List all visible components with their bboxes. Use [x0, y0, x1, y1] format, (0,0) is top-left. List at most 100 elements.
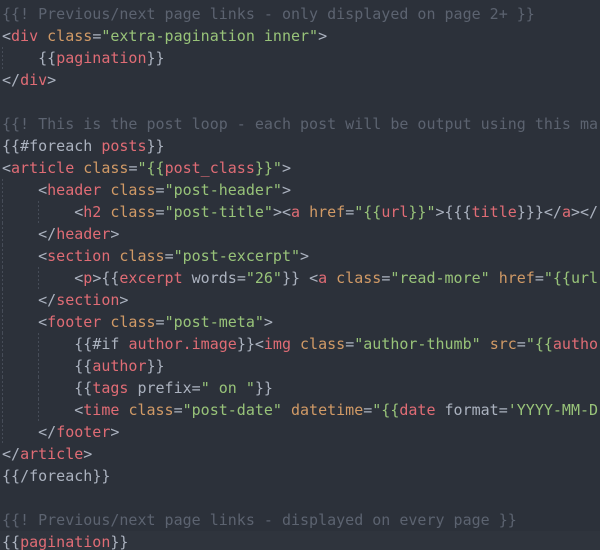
code-line[interactable]: {{! This is the post loop - each post wi…	[0, 113, 600, 135]
code-line[interactable]: <h2 class="post-title"><a href="{{url}}"…	[0, 201, 600, 223]
code-token: <	[38, 313, 48, 331]
code-line[interactable]: </article>	[0, 443, 600, 465]
code-token: =	[381, 269, 391, 287]
code-token: class	[128, 401, 174, 419]
code-token: }}"	[254, 159, 282, 177]
code-token: <	[74, 401, 84, 419]
code-token: >	[119, 291, 129, 309]
code-token: "26"	[245, 269, 282, 287]
code-token: >	[83, 445, 93, 463]
code-token: autho	[552, 335, 599, 353]
code-line[interactable]: {{! Previous/next page links - only disp…	[0, 3, 600, 25]
code-line[interactable]: </section>	[0, 289, 600, 311]
code-token: >{{{	[435, 203, 472, 221]
code-token: format	[444, 401, 499, 419]
code-token: }}	[110, 533, 129, 550]
code-token: "{{	[372, 401, 400, 419]
code-token: <	[38, 181, 48, 199]
code-line[interactable]: {{pagination}}	[0, 531, 600, 550]
code-token: </	[38, 291, 57, 309]
code-line[interactable]: {{/foreach}}	[0, 465, 600, 487]
code-token: section	[56, 291, 120, 309]
code-token: >	[47, 71, 57, 89]
code-token: }}	[146, 357, 165, 375]
code-line[interactable]: <section class="post-excerpt">	[0, 245, 600, 267]
code-token: class	[110, 181, 156, 199]
code-line[interactable]: </div>	[0, 69, 600, 91]
code-token: src	[489, 335, 517, 353]
code-token: class	[119, 247, 165, 265]
code-token: 'YYYY-MM-D	[507, 401, 599, 419]
code-token: <	[309, 269, 319, 287]
code-line[interactable]: <div class="extra-pagination inner">	[0, 25, 600, 47]
code-token: }}}</	[516, 203, 562, 221]
code-token: =	[516, 335, 526, 353]
code-line[interactable]: <header class="post-header">	[0, 179, 600, 201]
code-token: footer	[56, 423, 111, 441]
code-line[interactable]	[0, 91, 600, 113]
code-token: }}	[254, 379, 273, 397]
code-token: ><	[272, 203, 291, 221]
code-token: <	[38, 247, 48, 265]
code-token: </	[38, 423, 57, 441]
code-token: time	[83, 401, 120, 419]
code-token: }}<	[236, 335, 264, 353]
code-token: "post-title"	[164, 203, 273, 221]
code-token: tags	[92, 379, 129, 397]
code-token: =	[164, 247, 174, 265]
code-token: <	[74, 203, 84, 221]
code-line[interactable]: {{tags prefix=" on "}}	[0, 377, 600, 399]
code-token: posts	[101, 137, 147, 155]
code-token: pagination	[56, 49, 147, 67]
code-line[interactable]: {{! Previous/next page links - displayed…	[0, 509, 600, 531]
code-token: >	[110, 423, 120, 441]
code-token: /foreach	[20, 467, 93, 485]
code-line[interactable]: {{author}}	[0, 355, 600, 377]
code-token: =	[498, 401, 508, 419]
code-token: "{{	[354, 203, 382, 221]
code-lines-container[interactable]: {{! Previous/next page links - only disp…	[0, 0, 600, 550]
code-line[interactable]: </header>	[0, 223, 600, 245]
code-token: "{{	[137, 159, 165, 177]
code-token: =	[155, 313, 165, 331]
code-token: header	[47, 181, 102, 199]
code-line[interactable]	[0, 487, 600, 509]
code-line[interactable]: {{pagination}}	[0, 47, 600, 69]
code-token: footer	[47, 313, 102, 331]
code-token: date	[399, 401, 436, 419]
code-token: "post-meta"	[164, 313, 264, 331]
code-line[interactable]: <article class="{{post_class}}">	[0, 157, 600, 179]
code-token: "post-excerpt"	[173, 247, 301, 265]
code-token: =	[363, 401, 373, 419]
code-line[interactable]: </footer>	[0, 421, 600, 443]
code-token: #foreach	[20, 137, 102, 155]
code-token: class	[47, 27, 93, 45]
code-line[interactable]: <footer class="post-meta">	[0, 311, 600, 333]
code-token: " on "	[200, 379, 255, 397]
code-token: "{{url	[543, 269, 599, 287]
code-token: {{	[2, 533, 21, 550]
code-token: }}	[146, 137, 165, 155]
code-line[interactable]: {{#foreach posts}}	[0, 135, 600, 157]
code-line[interactable]: <p>{{excerpt words="26"}} <a class="read…	[0, 267, 600, 289]
code-editor[interactable]: {{! Previous/next page links - only disp…	[0, 0, 600, 550]
code-token: class	[110, 203, 156, 221]
code-token: "read-more"	[390, 269, 490, 287]
code-token: >{{	[92, 269, 120, 287]
code-token: header	[56, 225, 111, 243]
code-line[interactable]: {{#if author.image}}<img class="author-t…	[0, 333, 600, 355]
code-line[interactable]: <time class="post-date" datetime="{{date…	[0, 399, 600, 421]
code-token: author	[92, 357, 147, 375]
code-token: }}	[92, 467, 111, 485]
